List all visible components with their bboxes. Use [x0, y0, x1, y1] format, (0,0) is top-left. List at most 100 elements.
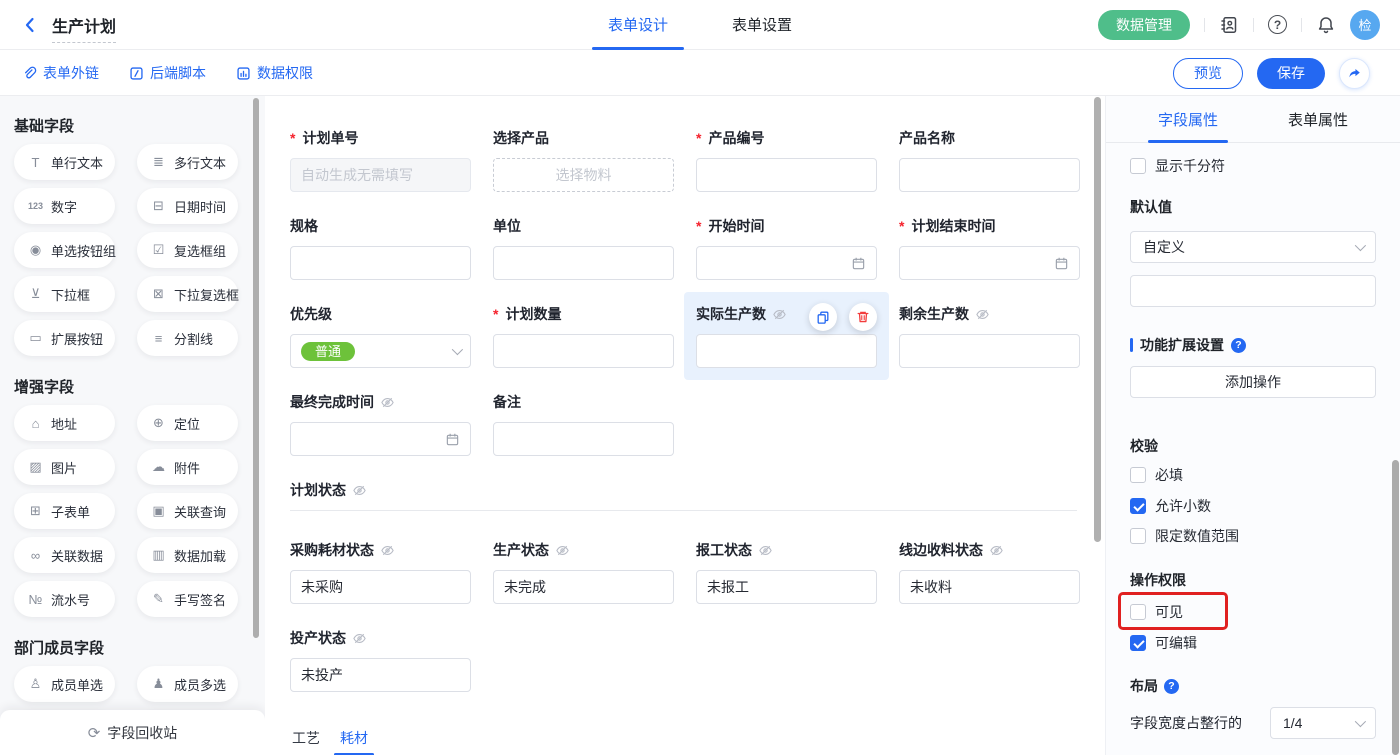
avatar[interactable]: 检 [1350, 10, 1380, 40]
tab-process[interactable]: 工艺 [290, 726, 322, 755]
question-circle-icon[interactable]: ? [1231, 338, 1246, 353]
tab-form-settings[interactable]: 表单设置 [732, 0, 792, 50]
field-pill-select[interactable]: ⊻下拉框 [14, 276, 115, 312]
field-actual-qty-selected[interactable]: 实际生产数 [696, 304, 877, 368]
delete-field-button[interactable] [849, 303, 877, 331]
field-plan-no[interactable]: 计划单号 自动生成无需填写 [290, 128, 471, 192]
start-time-input[interactable] [696, 246, 877, 280]
spec-input[interactable] [290, 246, 471, 280]
launch-status-input[interactable]: 未投产 [290, 658, 471, 692]
field-pill-divider[interactable]: ≡分割线 [137, 320, 238, 356]
preview-button[interactable]: 预览 [1173, 58, 1243, 89]
field-plan-status-divider[interactable]: 计划状态 [290, 480, 1077, 511]
limit-range-checkbox-row[interactable]: 限定数值范围 [1130, 527, 1376, 545]
field-final-time[interactable]: 最终完成时间 [290, 392, 471, 456]
help-icon[interactable]: ? [1268, 15, 1287, 34]
notification-bell-icon[interactable] [1316, 15, 1336, 35]
tab-field-properties[interactable]: 字段属性 [1158, 96, 1218, 143]
field-pill-extend-button[interactable]: ▭扩展按钮 [14, 320, 115, 356]
data-manage-button[interactable]: 数据管理 [1098, 10, 1190, 40]
report-status-input[interactable]: 未报工 [696, 570, 877, 604]
copy-field-button[interactable] [809, 303, 837, 331]
window-scrollbar[interactable] [1392, 460, 1399, 755]
tab-form-properties[interactable]: 表单属性 [1288, 96, 1348, 143]
field-produce-status[interactable]: 生产状态 未完成 [493, 540, 674, 604]
field-recycle-bin[interactable]: ⟳ 字段回收站 [0, 710, 265, 755]
tab-form-design[interactable]: 表单设计 [608, 0, 668, 50]
field-plan-end-time[interactable]: 计划结束时间 [899, 216, 1080, 280]
back-icon[interactable] [20, 15, 40, 35]
plan-qty-input[interactable] [493, 334, 674, 368]
field-plan-qty[interactable]: 计划数量 [493, 304, 674, 368]
field-start-time[interactable]: 开始时间 [696, 216, 877, 280]
default-value-input[interactable] [1130, 275, 1376, 307]
unit-input[interactable] [493, 246, 674, 280]
checkbox-unchecked[interactable] [1130, 158, 1146, 174]
remark-input[interactable] [493, 422, 674, 456]
field-remain-qty[interactable]: 剩余生产数 [899, 304, 1080, 368]
field-launch-status[interactable]: 投产状态 未投产 [290, 628, 471, 692]
field-unit[interactable]: 单位 [493, 216, 674, 280]
share-button[interactable] [1339, 58, 1370, 89]
required-checkbox-row[interactable]: 必填 [1130, 466, 1376, 484]
checkbox-checked[interactable] [1130, 635, 1146, 651]
backend-script-link[interactable]: 后端脚本 [129, 63, 206, 83]
produce-status-input[interactable]: 未完成 [493, 570, 674, 604]
field-pill-member-multi[interactable]: ♟成员多选 [137, 666, 238, 702]
save-button[interactable]: 保存 [1257, 58, 1325, 89]
field-pill-serial-number[interactable]: №流水号 [14, 581, 115, 617]
selected-field-wrapper[interactable]: 实际生产数 [684, 292, 889, 380]
form-external-link[interactable]: 表单外链 [22, 63, 99, 83]
field-product-code[interactable]: 产品编号 [696, 128, 877, 192]
field-remark[interactable]: 备注 [493, 392, 674, 456]
field-pill-number[interactable]: 123数字 [14, 188, 115, 224]
field-pill-multi-line-text[interactable]: ≣多行文本 [137, 144, 238, 180]
field-receive-status[interactable]: 线边收料状态 未收料 [899, 540, 1080, 604]
field-pill-multi-select[interactable]: ⊠下拉复选框 [137, 276, 238, 312]
sidebar-scrollbar[interactable] [253, 98, 259, 638]
field-pill-image[interactable]: ▨图片 [14, 449, 115, 485]
receive-status-input[interactable]: 未收料 [899, 570, 1080, 604]
field-width-select[interactable]: 1/4 [1270, 707, 1376, 739]
field-pill-checkbox-group[interactable]: ☑复选框组 [137, 232, 238, 268]
field-pill-subform[interactable]: ⊞子表单 [14, 493, 115, 529]
product-name-input[interactable] [899, 158, 1080, 192]
field-report-status[interactable]: 报工状态 未报工 [696, 540, 877, 604]
checkbox-unchecked[interactable] [1130, 528, 1146, 544]
data-permission-link[interactable]: 数据权限 [236, 63, 313, 83]
editable-checkbox-row[interactable]: 可编辑 [1130, 634, 1376, 652]
checkbox-unchecked[interactable] [1130, 467, 1146, 483]
contacts-book-icon[interactable] [1219, 15, 1239, 35]
default-value-select[interactable]: 自定义 [1130, 231, 1376, 263]
field-pill-data-load[interactable]: ▥数据加载 [137, 537, 238, 573]
field-pill-single-line-text[interactable]: T单行文本 [14, 144, 115, 180]
product-code-input[interactable] [696, 158, 877, 192]
field-purchase-status[interactable]: 采购耗材状态 未采购 [290, 540, 471, 604]
field-priority[interactable]: 优先级 普通 [290, 304, 471, 368]
field-pill-member-single[interactable]: ♙成员单选 [14, 666, 115, 702]
question-circle-icon[interactable]: ? [1164, 679, 1179, 694]
checkbox-unchecked[interactable] [1130, 604, 1146, 620]
field-pill-linked-data[interactable]: ∞关联数据 [14, 537, 115, 573]
field-pill-linked-query[interactable]: ▣关联查询 [137, 493, 238, 529]
field-select-product[interactable]: 选择产品 选择物料 [493, 128, 674, 192]
plan-end-time-input[interactable] [899, 246, 1080, 280]
actual-qty-input[interactable] [696, 334, 877, 368]
select-material-button[interactable]: 选择物料 [493, 158, 674, 192]
field-product-name[interactable]: 产品名称 [899, 128, 1080, 192]
priority-select[interactable]: 普通 [290, 334, 471, 368]
tab-consumable[interactable]: 耗材 [338, 726, 370, 755]
field-spec[interactable]: 规格 [290, 216, 471, 280]
final-time-input[interactable] [290, 422, 471, 456]
remain-qty-input[interactable] [899, 334, 1080, 368]
allow-decimal-checkbox-row[interactable]: 允许小数 [1130, 497, 1376, 515]
purchase-status-input[interactable]: 未采购 [290, 570, 471, 604]
field-pill-attachment[interactable]: ☁附件 [137, 449, 238, 485]
checkbox-checked[interactable] [1130, 498, 1146, 514]
field-pill-address[interactable]: ⌂地址 [14, 405, 115, 441]
field-pill-radio-group[interactable]: ◉单选按钮组 [14, 232, 115, 268]
thousand-separator-checkbox-row[interactable]: 显示千分符 [1130, 157, 1376, 175]
field-pill-locate[interactable]: ⊕定位 [137, 405, 238, 441]
field-pill-signature[interactable]: ✎手写签名 [137, 581, 238, 617]
add-action-button[interactable]: 添加操作 [1130, 366, 1376, 398]
